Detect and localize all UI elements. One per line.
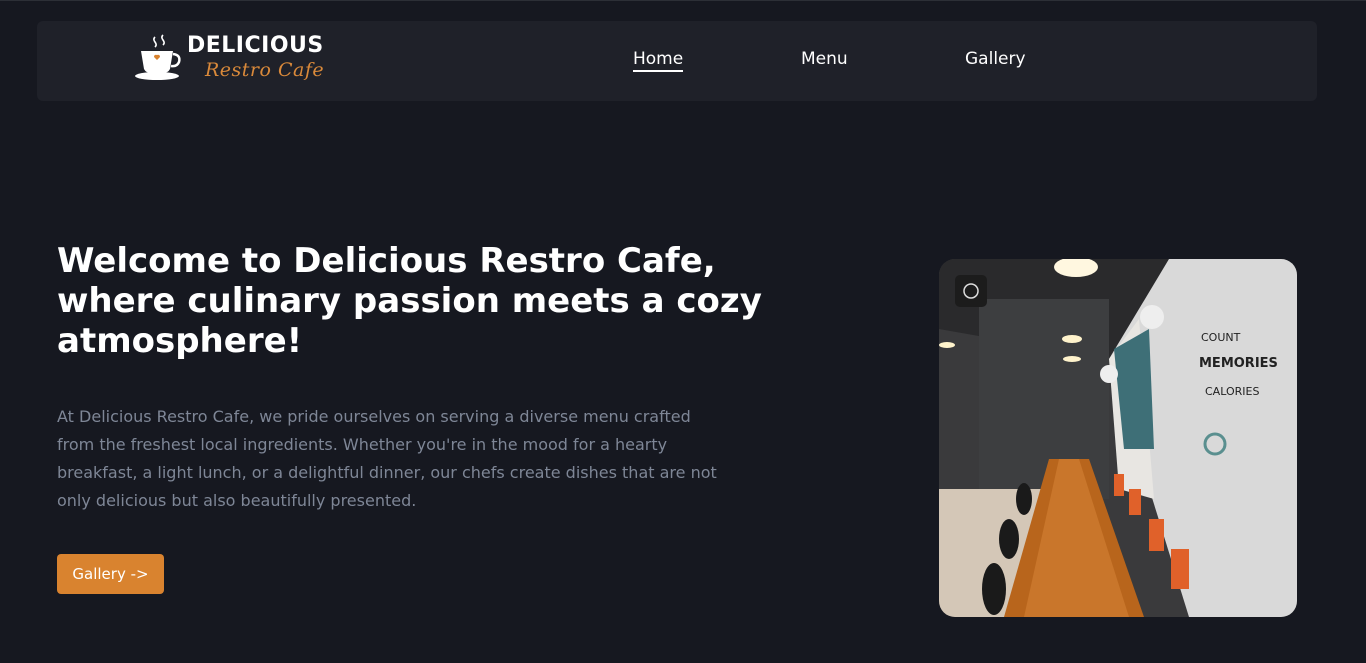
- gallery-button[interactable]: Gallery ->: [57, 554, 164, 594]
- wall-text: CALORIES: [1205, 385, 1259, 398]
- wall-text: COUNT: [1201, 331, 1241, 344]
- nav-gallery[interactable]: Gallery: [965, 49, 1026, 69]
- nav-menu[interactable]: Menu: [801, 49, 848, 69]
- hero-title: Welcome to Delicious Restro Cafe, where …: [57, 241, 762, 361]
- cafe-interior-image: COUNT MEMORIES CALORIES: [939, 259, 1297, 617]
- nav-home[interactable]: Home: [633, 49, 684, 72]
- hero-description: At Delicious Restro Cafe, we pride ourse…: [57, 407, 717, 510]
- wall-text: MEMORIES: [1199, 356, 1278, 371]
- main-nav: Home Menu Gallery: [37, 49, 1317, 73]
- navbar: DELICIOUS Restro Cafe Home Menu Gallery: [37, 21, 1317, 101]
